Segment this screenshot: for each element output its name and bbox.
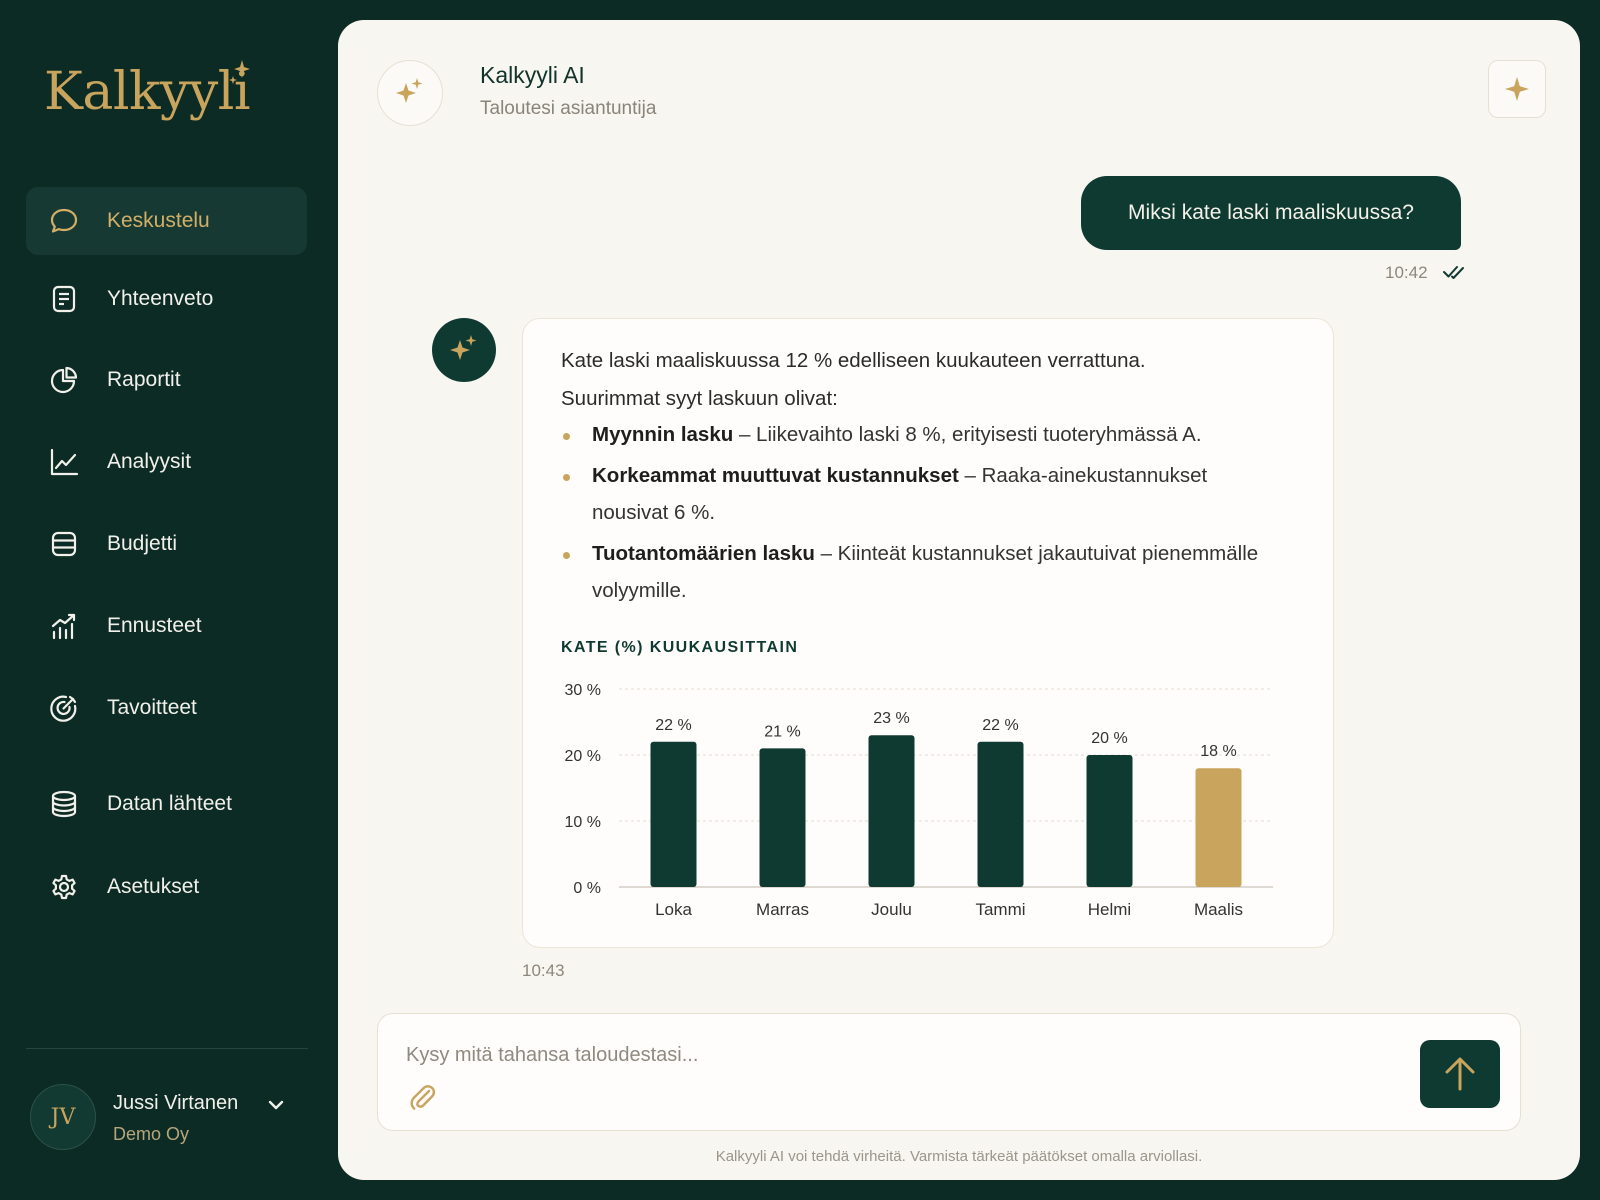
sidebar-item-analyysit[interactable]: Analyysit xyxy=(26,428,307,496)
sidebar-item-yhteenveto[interactable]: Yhteenveto xyxy=(26,265,307,333)
sidebar-item-label: Asetukset xyxy=(107,875,200,898)
chart-title: KATE (%) KUUKAUSITTAIN xyxy=(561,639,799,656)
y-tick-label: 0 % xyxy=(573,880,601,897)
message-timestamp: 10:43 xyxy=(522,961,565,980)
bullet-item: Myynnin lasku – Liikevaihto laski 8 %, e… xyxy=(592,423,1202,446)
bullet-dot xyxy=(563,474,570,481)
sidebar-item-ennusteet[interactable]: Ennusteet xyxy=(26,592,307,660)
bullet-dot xyxy=(563,433,570,440)
line-chart-icon xyxy=(48,446,80,478)
assistant-message-card: Kate laski maaliskuussa 12 % edelliseen … xyxy=(522,318,1334,948)
sidebar: Kalkyyli Keskustelu Yhteenveto Raportit … xyxy=(0,0,338,1200)
bullet-dot xyxy=(563,552,570,559)
assistant-name: Kalkyyli AI xyxy=(480,62,585,88)
bar-value-label: 20 % xyxy=(1091,730,1127,747)
arrow-up-icon xyxy=(1445,1057,1475,1091)
bullet-item: Tuotantomäärien lasku – Kiinteät kustann… xyxy=(592,542,1259,602)
bar-value-label: 22 % xyxy=(655,717,691,734)
sidebar-item-datan-lahteet[interactable]: Datan lähteet xyxy=(26,770,307,838)
bar-value-label: 23 % xyxy=(873,710,909,727)
ai-disclaimer: Kalkyyli AI voi tehdä virheitä. Varmista… xyxy=(715,1148,1203,1165)
avatar: JV xyxy=(30,1084,96,1150)
sidebar-item-asetukset[interactable]: Asetukset xyxy=(26,853,307,921)
sidebar-item-label: Tavoitteet xyxy=(107,696,197,719)
x-tick-label: Tammi xyxy=(975,900,1025,919)
bullet-item: Korkeammat muuttuvat kustannukset – Raak… xyxy=(592,464,1208,524)
user-name: Jussi Virtanen xyxy=(113,1092,239,1114)
gear-icon xyxy=(48,871,80,903)
y-tick-label: 20 % xyxy=(565,748,601,765)
sidebar-item-label: Ennusteet xyxy=(107,614,202,637)
double-check-icon xyxy=(1443,266,1464,279)
document-icon xyxy=(48,283,80,315)
bar-tammi xyxy=(977,741,1024,887)
pie-chart-icon xyxy=(48,364,80,396)
sidebar-item-label: Datan lähteet xyxy=(107,792,232,815)
forecast-icon xyxy=(48,610,80,642)
bar-value-label: 22 % xyxy=(982,717,1018,734)
sidebar-item-raportit[interactable]: Raportit xyxy=(26,346,307,414)
sparkle-icon xyxy=(1505,77,1529,101)
chat-panel: Kalkyyli AI Taloutesi asiantuntija Miksi… xyxy=(338,20,1580,1180)
sidebar-item-budjetti[interactable]: Budjetti xyxy=(26,510,307,578)
x-tick-label: Joulu xyxy=(871,900,912,919)
message-timestamp: 10:42 xyxy=(1385,263,1428,282)
bar-value-label: 18 % xyxy=(1200,743,1236,760)
ai-options-button[interactable] xyxy=(1488,60,1546,118)
x-tick-label: Helmi xyxy=(1088,900,1131,919)
message-input[interactable] xyxy=(406,1040,1306,1070)
sidebar-item-tavoitteet[interactable]: Tavoitteet xyxy=(26,674,307,742)
chat-bubble-icon xyxy=(48,205,80,237)
user-message-bubble: Miksi kate laski maaliskuussa? xyxy=(1081,176,1461,250)
chevron-down-icon[interactable] xyxy=(266,1098,286,1112)
bar-marras xyxy=(759,748,806,887)
x-tick-label: Marras xyxy=(756,900,809,919)
x-tick-label: Loka xyxy=(655,900,692,919)
y-tick-label: 30 % xyxy=(565,682,601,699)
message-text: Suurimmat syyt laskuun olivat: xyxy=(561,387,838,410)
assistant-avatar xyxy=(432,318,496,382)
x-tick-label: Maalis xyxy=(1194,900,1243,919)
target-icon xyxy=(48,692,80,724)
bar-loka xyxy=(650,741,697,887)
sidebar-item-label: Budjetti xyxy=(107,532,178,555)
assistant-subtitle: Taloutesi asiantuntija xyxy=(480,98,657,119)
app-logo: Kalkyyli xyxy=(44,62,251,122)
bar-value-label: 21 % xyxy=(764,723,800,740)
bar-joulu xyxy=(868,735,915,887)
user-menu[interactable]: JV Jussi Virtanen Demo Oy xyxy=(30,1084,300,1150)
sidebar-divider xyxy=(26,1048,308,1049)
send-button[interactable] xyxy=(1420,1040,1500,1108)
database-icon xyxy=(48,788,80,820)
sidebar-item-label: Yhteenveto xyxy=(107,287,214,310)
sidebar-item-label: Raportit xyxy=(107,368,181,391)
sparkle-icon xyxy=(229,60,250,84)
paperclip-icon[interactable] xyxy=(408,1082,436,1112)
sidebar-item-keskustelu[interactable]: Keskustelu xyxy=(26,187,307,255)
message-text: Kate laski maaliskuussa 12 % edelliseen … xyxy=(561,349,1146,372)
y-tick-label: 10 % xyxy=(565,814,601,831)
message-composer xyxy=(377,1013,1521,1131)
sidebar-item-label: Analyysit xyxy=(107,450,192,473)
margin-bar-chart: 0 % 10 % 20 % 30 % 22 % Loka 21 % Marras 23 % Jou… xyxy=(565,682,1273,919)
bar-helmi xyxy=(1086,755,1133,887)
assistant-badge xyxy=(377,60,443,126)
bar-maalis xyxy=(1195,768,1242,887)
sidebar-item-label: Keskustelu xyxy=(107,209,210,232)
budget-icon xyxy=(48,528,80,560)
sparkle-icon xyxy=(396,78,423,103)
sparkle-icon xyxy=(450,335,477,360)
user-organization: Demo Oy xyxy=(113,1124,190,1144)
